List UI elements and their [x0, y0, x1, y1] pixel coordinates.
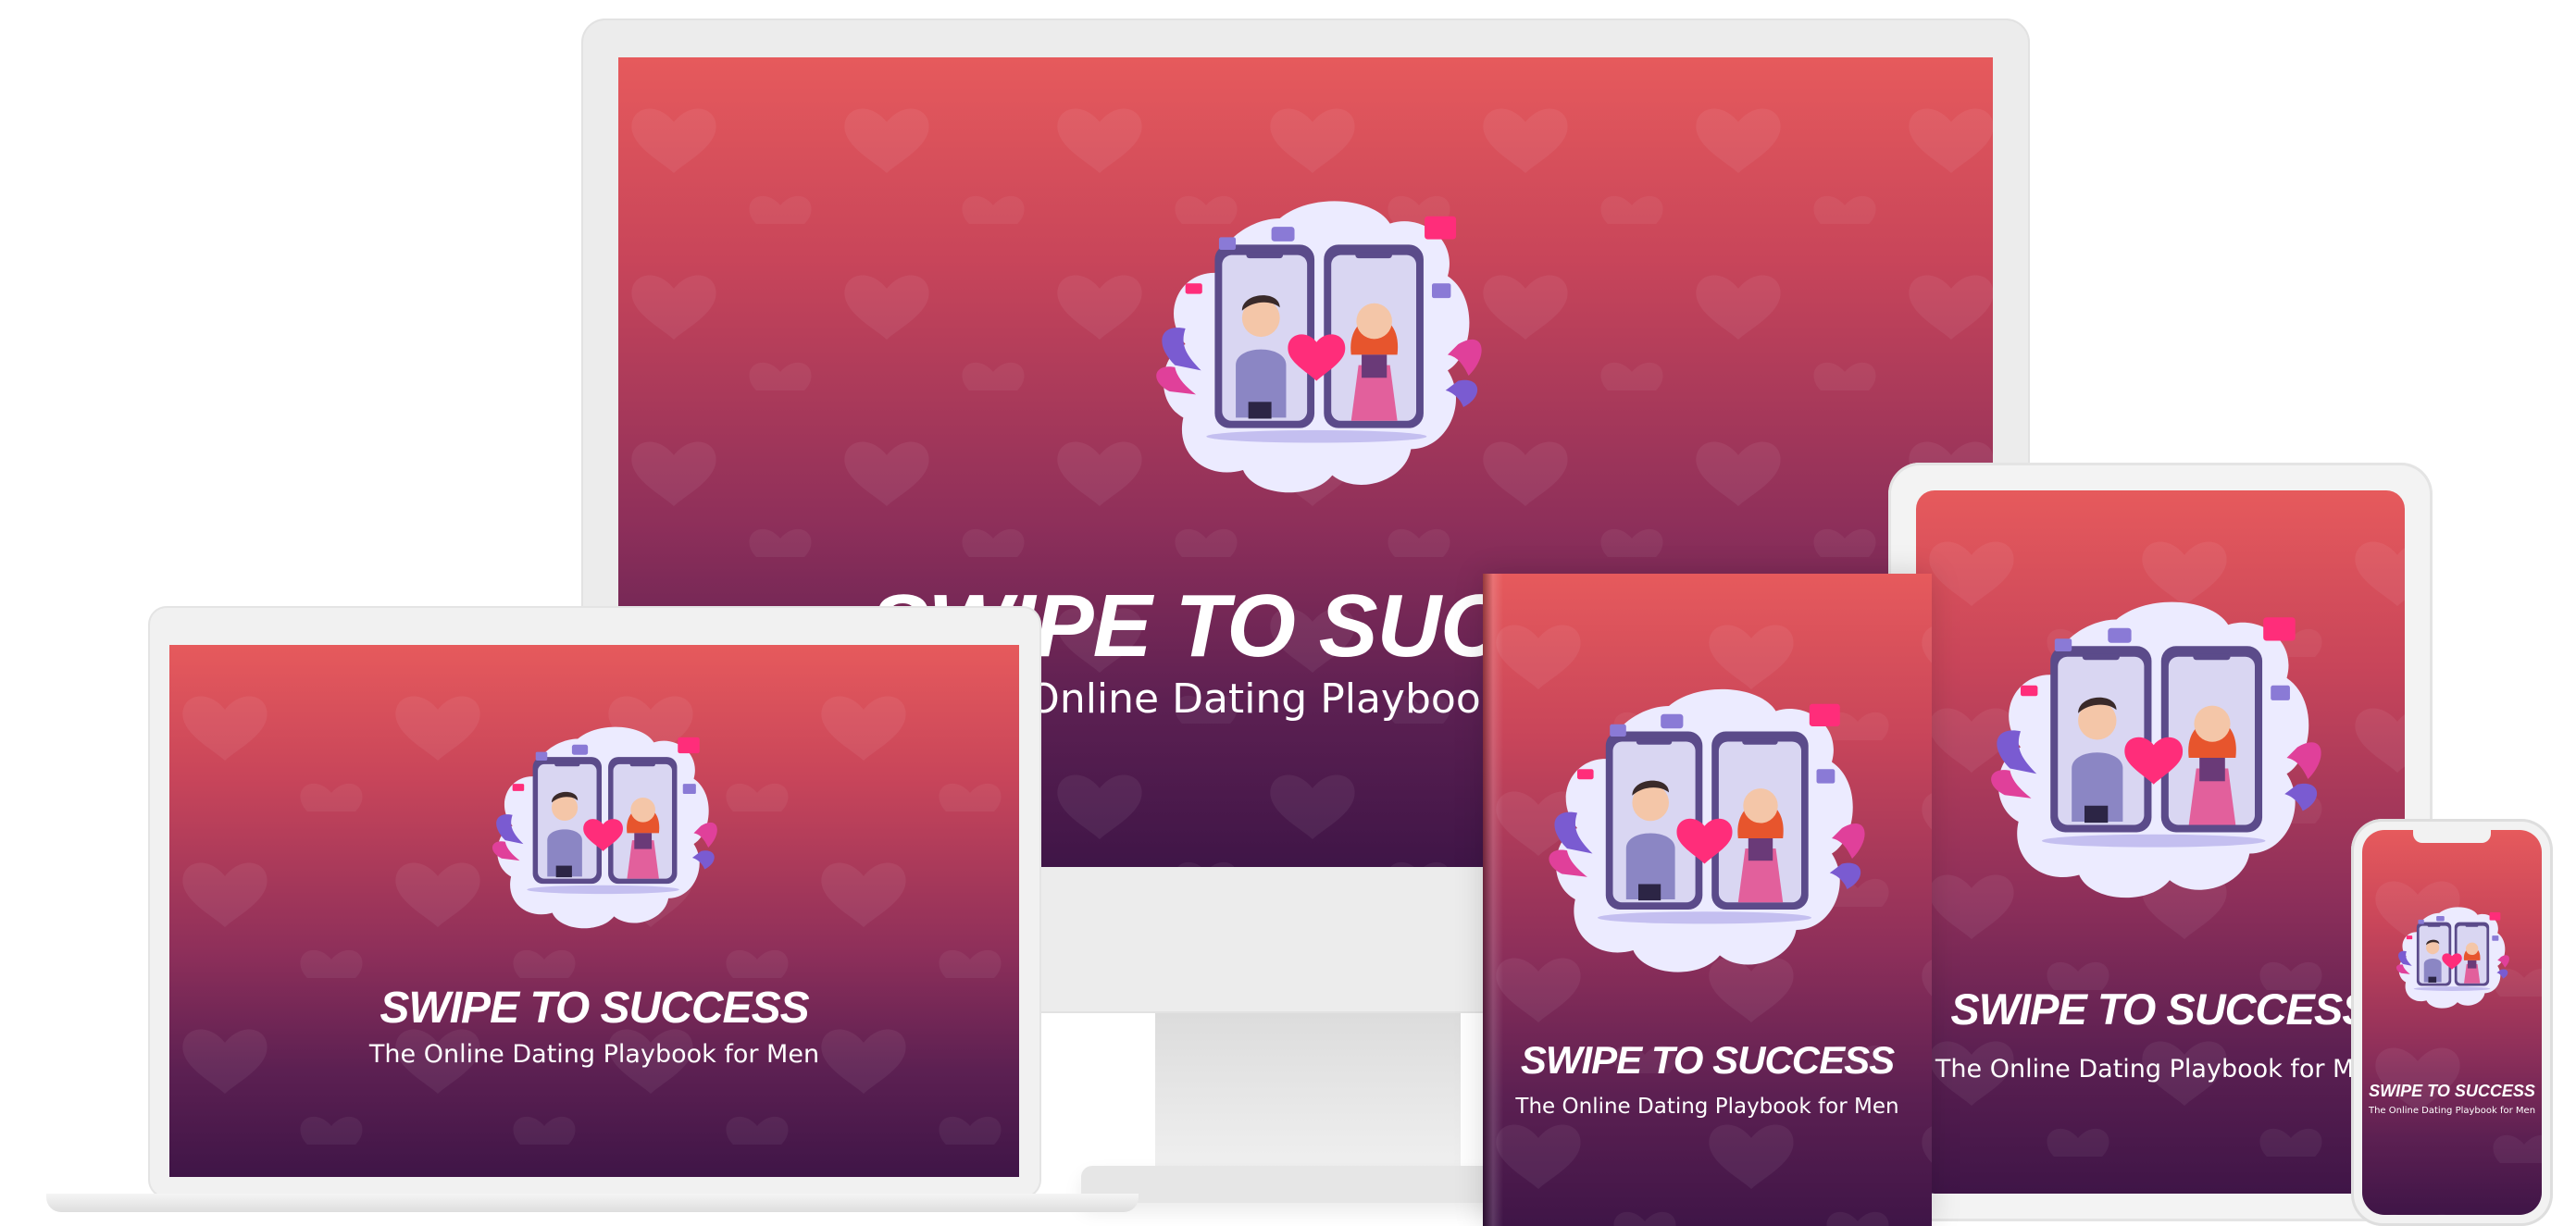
product-title: SWIPE TO SUCCESS	[1950, 985, 2371, 1034]
product-title: SWIPE TO SUCCESS	[1520, 1038, 1895, 1082]
book-front: SWIPE TO SUCCESS The Online Dating Playb…	[1483, 574, 1932, 1226]
dating-illustration	[2395, 902, 2513, 1011]
dating-illustration	[1976, 588, 2342, 907]
product-subtitle: The Online Dating Playbook for Men	[1935, 1055, 2386, 1084]
monitor-stand	[1155, 1013, 1461, 1189]
phone-notch	[2413, 830, 2491, 843]
dating-illustration	[1534, 675, 1885, 981]
tablet-screen: SWIPE TO SUCCESS The Online Dating Playb…	[1916, 490, 2405, 1194]
phone-device: SWIPE TO SUCCESS The Online Dating Playb…	[2351, 819, 2553, 1226]
phone-screen: SWIPE TO SUCCESS The Online Dating Playb…	[2362, 830, 2542, 1215]
laptop-device: SWIPE TO SUCCESS The Online Dating Playb…	[46, 606, 1148, 1226]
dating-illustration	[1146, 187, 1498, 502]
laptop-screen: SWIPE TO SUCCESS The Online Dating Playb…	[169, 645, 1019, 1177]
product-title: SWIPE TO SUCCESS	[380, 984, 809, 1033]
laptop-base	[46, 1194, 1139, 1212]
product-title: SWIPE TO SUCCESS	[2369, 1082, 2535, 1100]
dating-illustration	[489, 717, 725, 935]
book-cover: SWIPE TO SUCCESS The Online Dating Playb…	[1483, 574, 1932, 1226]
product-subtitle: The Online Dating Playbook for Men	[1515, 1095, 1899, 1119]
monitor-base	[1081, 1166, 1535, 1203]
product-subtitle: The Online Dating Playbook for Men	[2368, 1106, 2536, 1116]
product-subtitle: The Online Dating Playbook for Men	[368, 1040, 820, 1069]
book-spine-shade	[1483, 574, 1503, 1226]
